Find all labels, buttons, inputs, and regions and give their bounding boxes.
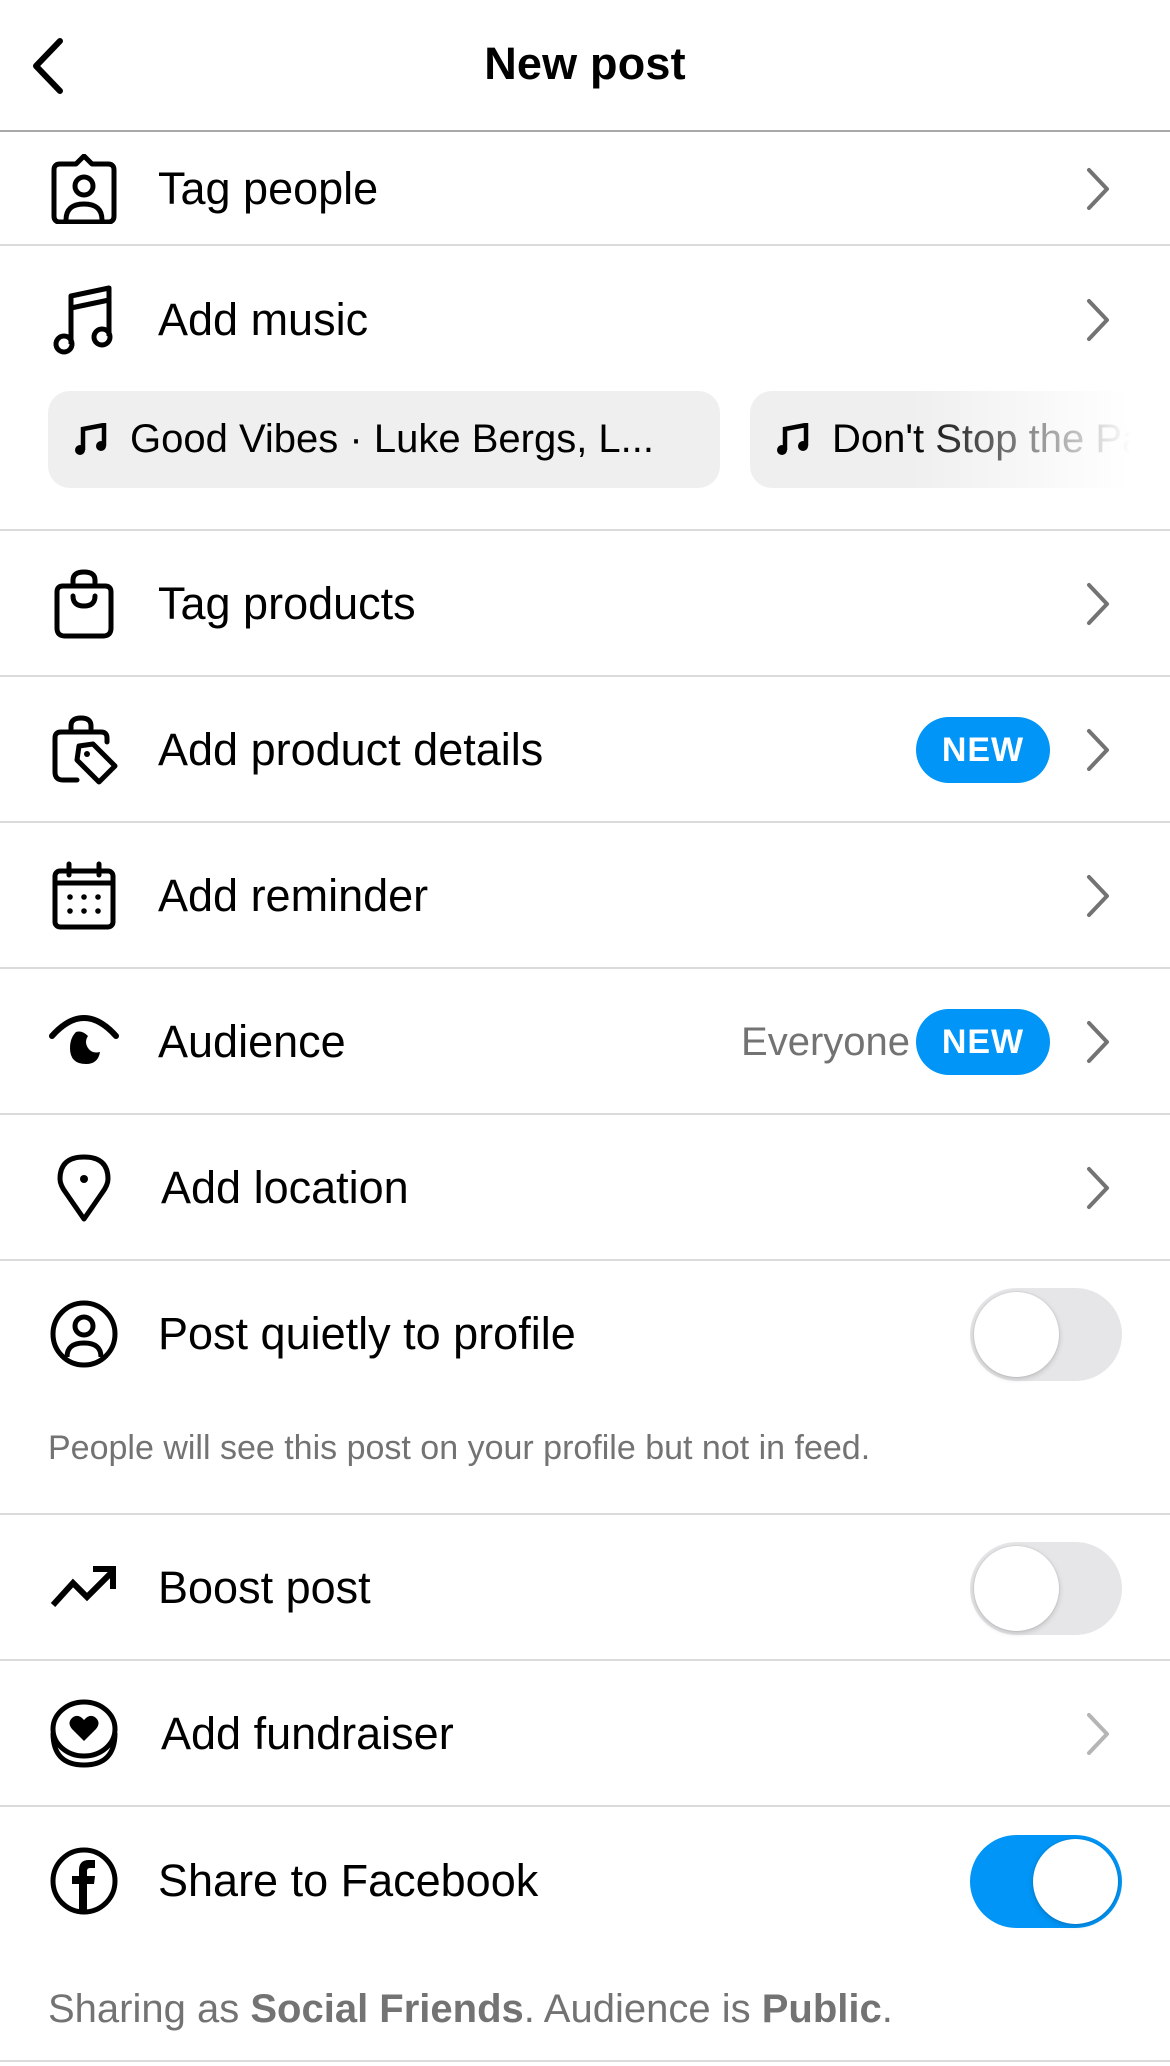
row-add-location[interactable]: Add location xyxy=(0,1115,1170,1261)
row-tag-people[interactable]: Tag people xyxy=(0,132,1170,246)
chevron-right-icon xyxy=(1087,875,1109,917)
calendar-icon xyxy=(48,860,120,932)
music-suggestion-chip[interactable]: Good Vibes · Luke Bergs, L... xyxy=(48,391,720,488)
music-note-icon xyxy=(777,422,809,455)
row-add-product-details[interactable]: Add product details NEW xyxy=(0,677,1170,823)
row-label: Add reminder xyxy=(158,870,429,921)
music-note-icon xyxy=(75,422,107,455)
row-share-facebook: Share to Facebook Sharing as Social Frie… xyxy=(0,1807,1170,2062)
location-pin-icon xyxy=(48,1152,120,1224)
music-suggestions: Good Vibes · Luke Bergs, L... Don't Stop… xyxy=(0,391,1170,488)
row-audience[interactable]: Audience Everyone NEW xyxy=(0,969,1170,1115)
row-add-music: Add music xyxy=(0,246,1170,531)
row-label: Boost post xyxy=(158,1562,371,1613)
toggle-knob xyxy=(974,1545,1059,1631)
page-title: New post xyxy=(484,38,686,89)
row-tag-products[interactable]: Tag products xyxy=(0,531,1170,677)
audience-value: Everyone xyxy=(741,1019,910,1064)
tag-person-icon xyxy=(48,153,120,225)
row-label: Add location xyxy=(161,1162,409,1213)
new-badge: NEW xyxy=(916,717,1050,783)
chip-text: Good Vibes · Luke Bergs, L... xyxy=(130,417,655,461)
post-quietly-toggle[interactable] xyxy=(970,1287,1122,1381)
add-music-button[interactable]: Add music xyxy=(0,247,1170,393)
chevron-right-icon xyxy=(1087,1713,1109,1755)
row-label: Add music xyxy=(158,294,369,345)
row-label: Share to Facebook xyxy=(158,1855,539,1906)
chip-text: Don't Stop the Pa xyxy=(832,417,1145,461)
music-note-icon xyxy=(48,284,120,356)
fundraiser-heart-icon xyxy=(48,1698,120,1770)
boost-post-toggle[interactable] xyxy=(970,1541,1122,1635)
row-add-fundraiser[interactable]: Add fundraiser xyxy=(0,1661,1170,1807)
helper-text: Sharing as xyxy=(48,1987,251,2031)
music-suggestion-chip[interactable]: Don't Stop the Pa xyxy=(750,391,1170,488)
eye-icon xyxy=(48,1006,120,1078)
row-label: Tag products xyxy=(158,578,416,629)
share-facebook-toggle[interactable] xyxy=(970,1834,1122,1928)
row-boost-post: Boost post xyxy=(0,1515,1170,1661)
chevron-right-icon xyxy=(1087,299,1109,341)
row-label: Tag people xyxy=(158,163,379,214)
chevron-right-icon xyxy=(1087,168,1109,210)
helper-text: . Audience is xyxy=(523,1987,762,2031)
chevron-right-icon xyxy=(1087,583,1109,625)
shopping-bag-icon xyxy=(48,568,120,640)
helper-text: . xyxy=(881,1987,893,2031)
chevron-right-icon xyxy=(1087,1021,1109,1063)
bag-tag-icon xyxy=(48,714,120,786)
new-badge: NEW xyxy=(916,1009,1050,1075)
toggle-knob xyxy=(1033,1838,1118,1924)
post-quietly-helper: People will see this post on your profil… xyxy=(48,1429,871,1467)
row-post-quietly: Post quietly to profile People will see … xyxy=(0,1261,1170,1515)
row-label: Add fundraiser xyxy=(161,1708,454,1759)
toggle-knob xyxy=(974,1291,1059,1377)
facebook-icon xyxy=(48,1845,120,1917)
facebook-account-name: Social Friends xyxy=(250,1987,524,2031)
facebook-audience: Public xyxy=(761,1987,882,2031)
share-facebook-helper: Sharing as Social Friends. Audience is P… xyxy=(48,1987,893,2032)
chevron-right-icon xyxy=(1087,729,1109,771)
row-label: Post quietly to profile xyxy=(158,1308,576,1359)
row-label: Audience xyxy=(158,1016,346,1067)
row-label: Add product details xyxy=(158,724,544,775)
chevron-right-icon xyxy=(1087,1167,1109,1209)
profile-circle-icon xyxy=(48,1298,120,1370)
row-add-reminder[interactable]: Add reminder xyxy=(0,823,1170,969)
trending-up-icon xyxy=(48,1552,120,1624)
top-bar: New post xyxy=(0,0,1170,132)
